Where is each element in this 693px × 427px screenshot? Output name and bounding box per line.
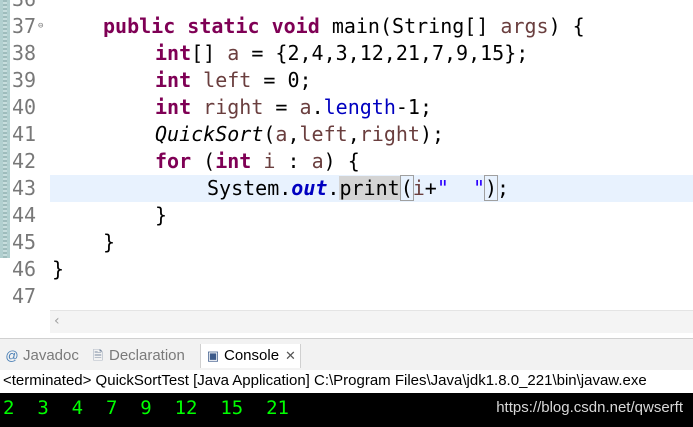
code-text: } [103, 230, 116, 254]
line-number: 42 [12, 149, 37, 173]
code-line: 47 [0, 283, 693, 310]
code-line: 40 int right = a.length-1; [0, 94, 693, 121]
code-line: 39 int left = 0; [0, 67, 693, 94]
horizontal-scrollbar[interactable]: ‹ [50, 310, 693, 333]
line-number: 39 [12, 68, 37, 92]
code-text: int left = 0; [155, 68, 312, 92]
code-text: System.out.print(i+" "); [207, 175, 510, 201]
console-icon: ▣ [206, 348, 220, 363]
line-number: 47 [12, 284, 37, 308]
line-number: 44 [12, 203, 37, 227]
code-line: 44 } [0, 202, 693, 229]
watermark: https://blog.csdn.net/qwserft [496, 399, 683, 416]
code-line: 41 QuickSort(a,left,right); [0, 121, 693, 148]
console-status: <terminated> QuickSortTest [Java Applica… [0, 370, 693, 392]
line-number: 45 [12, 230, 37, 254]
line-number: 38 [12, 41, 37, 65]
code-line: 46 } [0, 256, 693, 283]
code-text: QuickSort(a,left,right); [155, 122, 445, 146]
tab-console[interactable]: ▣ Console ✕ [200, 344, 301, 368]
code-text: for (int i : a) { [155, 149, 360, 173]
line-number: 37 [12, 14, 37, 38]
code-line: 42 for (int i : a) { [0, 148, 693, 175]
scroll-left-icon[interactable]: ‹ [54, 313, 60, 329]
declaration-icon: 🗎 [92, 348, 104, 363]
view-tab-bar: @ Javadoc 🗎 Declaration ▣ Console ✕ [0, 338, 693, 371]
code-line: 43 System.out.print(i+" "); [0, 175, 693, 202]
line-number: 41 [12, 122, 37, 146]
code-line: 36 [0, 0, 693, 13]
code-text: public static void main(String[] args) { [103, 14, 585, 38]
javadoc-icon: @ [5, 348, 19, 363]
code-text: } [52, 257, 65, 281]
tab-label: Console [224, 347, 280, 364]
code-text: int[] a = {2,4,3,12,21,7,9,15}; [155, 41, 529, 65]
tab-javadoc[interactable]: @ Javadoc [4, 344, 79, 368]
line-number: 40 [12, 95, 37, 119]
line-number: 36 [12, 0, 40, 13]
code-text: } [155, 203, 168, 227]
code-line: 45 } [0, 229, 693, 256]
code-text: int right = a.length-1; [155, 95, 432, 119]
code-line: 38 int[] a = {2,4,3,12,21,7,9,15}; [0, 40, 693, 67]
line-number: 43 [12, 176, 37, 200]
tab-label: Declaration [109, 347, 185, 364]
line-number: 46 [12, 257, 37, 281]
close-icon[interactable]: ✕ [285, 344, 296, 368]
code-line: 37 ⊖ public static void main(String[] ar… [0, 13, 693, 40]
tab-declaration[interactable]: 🗎 Declaration [90, 344, 185, 368]
tab-label: Javadoc [23, 347, 79, 364]
fold-toggle-icon[interactable]: ⊖ [38, 22, 43, 31]
code-editor[interactable]: 36 37 ⊖ public static void main(String[]… [0, 0, 693, 310]
